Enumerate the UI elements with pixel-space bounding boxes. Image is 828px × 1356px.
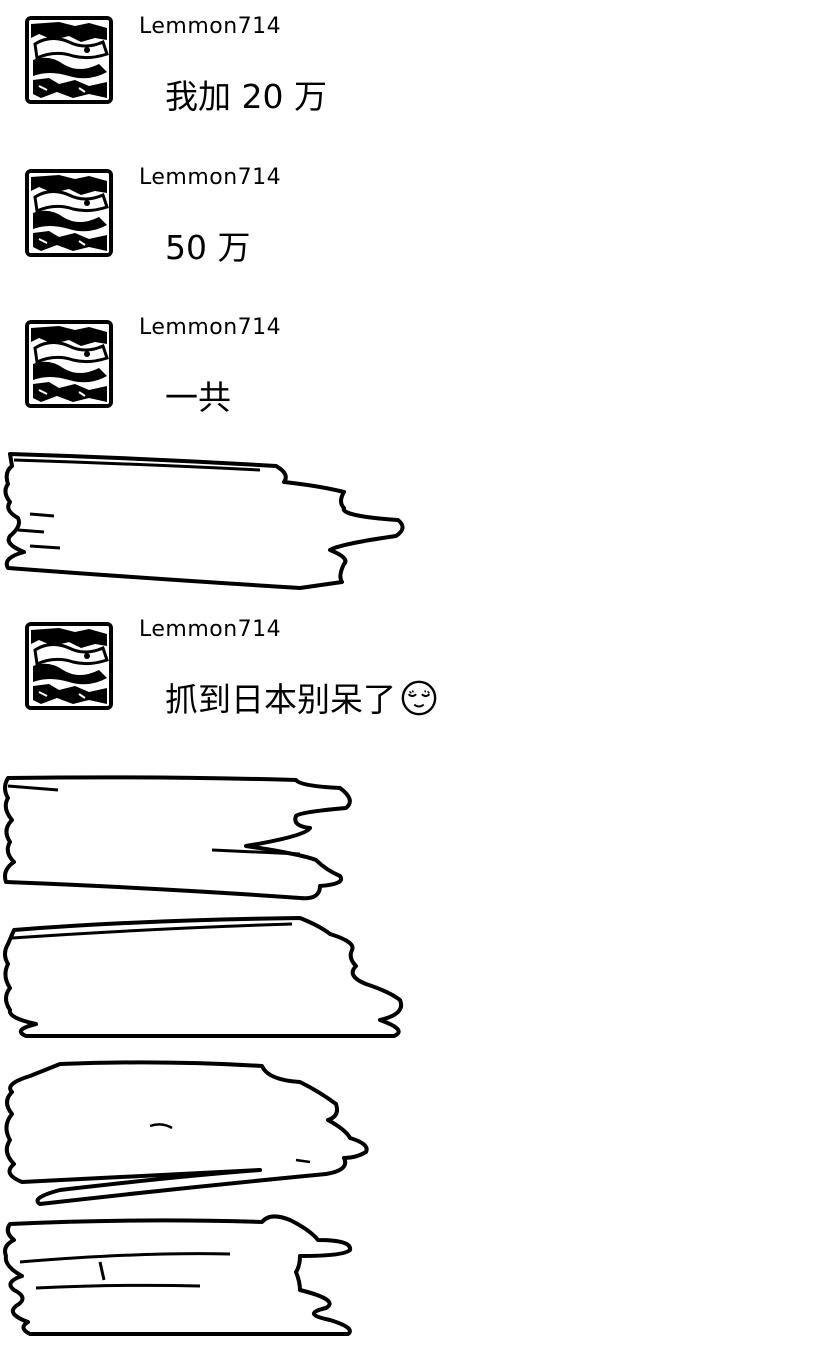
message-text: 抓到日本别呆了 [165,673,438,721]
avatar-image [29,20,109,100]
message-text-content: 抓到日本别呆了 [165,680,396,719]
scribble-redaction [0,914,410,1044]
avatar-image [29,173,109,253]
sender-name: Lemmon714 [139,14,282,39]
scribble-redaction [0,1058,380,1208]
scribble-redaction [0,772,360,907]
avatar[interactable] [25,622,113,710]
avatar[interactable] [25,320,113,408]
avatar-image [29,324,109,404]
relieved-face-icon [401,680,437,716]
sender-name: Lemmon714 [139,617,282,642]
sender-name: Lemmon714 [139,165,282,190]
avatar[interactable] [25,16,113,104]
scribble-redaction [0,448,410,593]
sender-name: Lemmon714 [139,315,282,340]
avatar-image [29,626,109,706]
message-text: 我加 20 万 [165,77,327,116]
scribble-redaction [0,1210,360,1340]
message-text: 50 万 [165,228,251,267]
message-text: 一共 [165,378,231,417]
avatar[interactable] [25,169,113,257]
